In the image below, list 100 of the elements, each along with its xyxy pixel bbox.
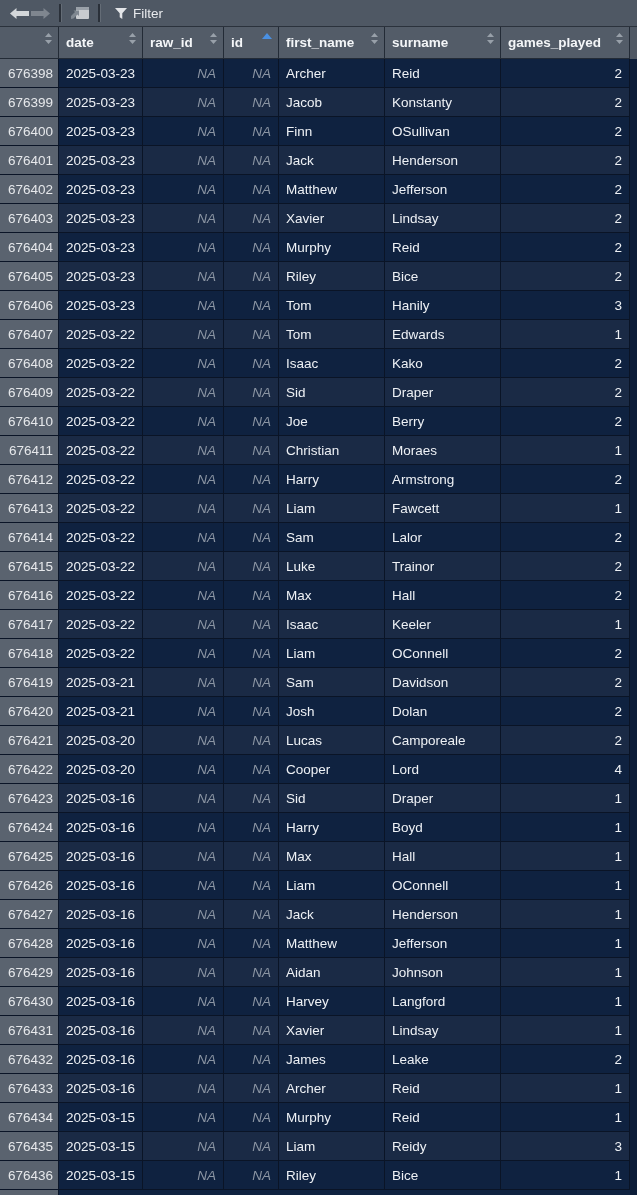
table-cell: 1 [501, 784, 630, 812]
row-number: 676412 [0, 465, 59, 493]
row-number: 676422 [0, 755, 59, 783]
table-cell: Reid [385, 1074, 501, 1102]
table-cell: NA [224, 784, 279, 812]
table-cell: 2025-03-22 [59, 407, 143, 435]
row-number: 676408 [0, 349, 59, 377]
table-cell: NA [224, 88, 279, 116]
table-cell: NA [143, 900, 224, 928]
table-cell: 1 [501, 813, 630, 841]
table-cell: NA [224, 523, 279, 551]
table-cell: Harvey [279, 987, 385, 1015]
table-cell: 2025-03-16 [59, 900, 143, 928]
table-cell: NA [143, 1016, 224, 1044]
forward-arrow-icon [31, 7, 50, 19]
table-cell: NA [143, 1045, 224, 1073]
row-number: 676404 [0, 233, 59, 261]
row-number: 676407 [0, 320, 59, 348]
column-header[interactable]: first_name [279, 27, 385, 59]
table-cell: NA [224, 262, 279, 290]
table-cell: Liam [279, 871, 385, 899]
row-number-header[interactable] [0, 27, 59, 59]
table-cell: Harry [279, 465, 385, 493]
table-cell: 1 [501, 494, 630, 522]
table-cell: 1 [501, 436, 630, 464]
row-number: 676416 [0, 581, 59, 609]
back-arrow-icon [10, 7, 29, 19]
column-header[interactable]: date [59, 27, 143, 59]
popout-button[interactable] [70, 4, 90, 22]
table-cell: Edwards [385, 320, 501, 348]
table-cell: NA [143, 465, 224, 493]
table-cell: NA [143, 871, 224, 899]
table-cell: Fawcett [385, 494, 501, 522]
table-cell: Xavier [279, 204, 385, 232]
column-header[interactable]: raw_id [143, 27, 224, 59]
column-header[interactable]: surname [385, 27, 501, 59]
column-header[interactable]: id [224, 27, 279, 59]
table-cell: NA [143, 929, 224, 957]
table-cell: NA [143, 436, 224, 464]
table-cell: 2 [501, 1045, 630, 1073]
table-cell: NA [143, 59, 224, 87]
table-cell: 1 [501, 987, 630, 1015]
table-cell: 2025-03-16 [59, 813, 143, 841]
row-number: 676399 [0, 88, 59, 116]
table-cell: NA [143, 697, 224, 725]
table-cell: 2025-03-20 [59, 726, 143, 754]
table-cell: 2 [501, 407, 630, 435]
table-cell: NA [224, 465, 279, 493]
table-cell: NA [143, 291, 224, 319]
table-cell: Camporeale [385, 726, 501, 754]
table-cell: 1 [501, 610, 630, 638]
table-cell: Lord [385, 755, 501, 783]
table-cell: NA [143, 581, 224, 609]
table-cell: 2025-03-16 [59, 784, 143, 812]
table-cell: 1 [501, 1103, 630, 1131]
table-cell: 1 [501, 958, 630, 986]
filter-button[interactable]: Filter [113, 2, 165, 24]
table-cell: Isaac [279, 610, 385, 638]
column-header[interactable]: games_played [501, 27, 630, 59]
table-cell: 1 [501, 1016, 630, 1044]
table-cell: 2025-03-22 [59, 378, 143, 406]
table-cell: 2 [501, 262, 630, 290]
table-cell: 2025-03-22 [59, 436, 143, 464]
table-cell: Xavier [279, 1016, 385, 1044]
table-cell: Archer [279, 59, 385, 87]
table-cell: 2025-03-23 [59, 117, 143, 145]
table-cell: NA [143, 1161, 224, 1189]
table-cell: NA [143, 1103, 224, 1131]
table-cell: NA [143, 842, 224, 870]
table-cell: NA [143, 755, 224, 783]
table-cell: Johnson [385, 958, 501, 986]
table-cell: NA [143, 117, 224, 145]
row-number: 676400 [0, 117, 59, 145]
table-cell: 2025-03-16 [59, 987, 143, 1015]
table-cell: 2025-03-23 [59, 88, 143, 116]
row-number: 676435 [0, 1132, 59, 1160]
table-cell: Davidson [385, 668, 501, 696]
table-cell: Hanily [385, 291, 501, 319]
table-cell: NA [224, 1045, 279, 1073]
table-cell: 2 [501, 146, 630, 174]
row-number: 676429 [0, 958, 59, 986]
table-cell: 2025-03-23 [59, 59, 143, 87]
row-number: 676398 [0, 59, 59, 87]
table-cell: OSullivan [385, 117, 501, 145]
table-cell: Trainor [385, 552, 501, 580]
table-cell: Lindsay [385, 204, 501, 232]
table-cell: Sid [279, 784, 385, 812]
table-cell: 2 [501, 88, 630, 116]
table-cell: Josh [279, 697, 385, 725]
table-cell: NA [224, 436, 279, 464]
table-cell: Finn [279, 117, 385, 145]
table-cell: 2 [501, 697, 630, 725]
table-cell: NA [143, 668, 224, 696]
table-cell: NA [224, 349, 279, 377]
row-number: 676419 [0, 668, 59, 696]
row-number: 676430 [0, 987, 59, 1015]
row-number: 676434 [0, 1103, 59, 1131]
table-cell: 2025-03-23 [59, 262, 143, 290]
table-cell: 2 [501, 175, 630, 203]
table-cell: NA [143, 349, 224, 377]
